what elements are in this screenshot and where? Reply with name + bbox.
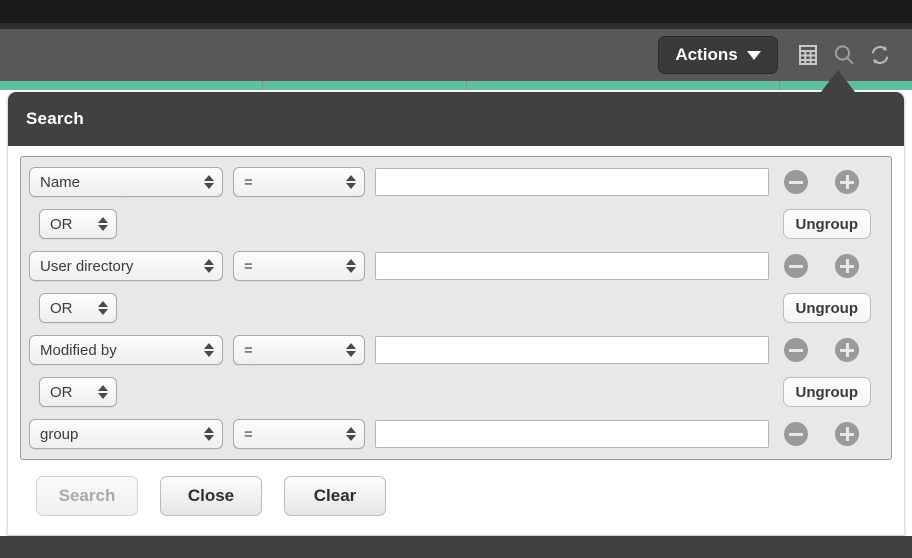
refresh-icon[interactable] xyxy=(862,35,898,75)
field-select-4-value: group xyxy=(40,425,79,443)
ungroup-button-3-label: Ungroup xyxy=(795,383,858,401)
search-icon[interactable] xyxy=(826,35,862,75)
value-input-1[interactable] xyxy=(375,168,769,196)
boolean-row-2: OR Ungroup xyxy=(29,291,883,325)
stepper-icon xyxy=(204,427,214,441)
add-condition-button-4[interactable] xyxy=(835,422,859,446)
add-condition-button-3[interactable] xyxy=(835,338,859,362)
actions-button[interactable]: Actions xyxy=(658,36,778,74)
filter-row: Modified by = xyxy=(29,333,883,367)
operator-select-3[interactable]: = xyxy=(233,335,365,365)
ungroup-button-1-label: Ungroup xyxy=(795,215,858,233)
window-footer xyxy=(0,536,912,558)
app-window: Actions Search Name = OR Ungroup User di… xyxy=(0,0,912,558)
stepper-icon xyxy=(98,217,108,231)
stepper-icon xyxy=(98,301,108,315)
add-condition-button-1[interactable] xyxy=(835,170,859,194)
boolean-row-1: OR Ungroup xyxy=(29,207,883,241)
field-select-3-value: Modified by xyxy=(40,341,117,359)
search-button-label: Search xyxy=(58,486,116,505)
accent-divider xyxy=(0,81,912,90)
stepper-icon xyxy=(346,175,356,189)
chevron-down-icon xyxy=(746,50,761,60)
stepper-icon xyxy=(204,175,214,189)
boolean-row-3: OR Ungroup xyxy=(29,375,883,409)
clear-button-label: Clear xyxy=(313,486,357,505)
field-select-2-value: User directory xyxy=(40,257,134,275)
search-button[interactable]: Search xyxy=(36,476,138,516)
operator-select-2[interactable]: = xyxy=(233,251,365,281)
toolbar-controls: Actions xyxy=(658,29,898,81)
clear-button[interactable]: Clear xyxy=(284,476,386,516)
page-title: Search xyxy=(26,109,84,128)
ungroup-button-2[interactable]: Ungroup xyxy=(782,293,871,323)
main-toolbar: Actions xyxy=(0,29,912,81)
column-divider-mark xyxy=(466,81,467,90)
operator-select-1-value: = xyxy=(244,173,253,191)
ungroup-button-2-label: Ungroup xyxy=(795,299,858,317)
boolean-select-1-value: OR xyxy=(50,215,73,233)
field-select-2[interactable]: User directory xyxy=(29,251,223,281)
field-select-1-value: Name xyxy=(40,173,81,191)
boolean-select-2[interactable]: OR xyxy=(39,293,117,323)
stepper-icon xyxy=(346,427,356,441)
stepper-icon xyxy=(204,343,214,357)
remove-condition-button-3[interactable] xyxy=(784,338,808,362)
search-panel-footer: Search Close Clear xyxy=(20,460,892,530)
operator-select-4[interactable]: = xyxy=(233,419,365,449)
actions-button-label: Actions xyxy=(675,45,738,64)
search-panel: Search Name = OR Ungroup User directory … xyxy=(8,92,904,536)
filter-row: group = xyxy=(29,417,883,451)
close-button-label: Close xyxy=(187,486,235,505)
stepper-icon xyxy=(204,259,214,273)
ungroup-button-1[interactable]: Ungroup xyxy=(782,209,871,239)
add-condition-button-2[interactable] xyxy=(835,254,859,278)
value-input-2[interactable] xyxy=(375,252,769,280)
filter-row: User directory = xyxy=(29,249,883,283)
table-view-icon[interactable] xyxy=(790,35,826,75)
boolean-select-2-value: OR xyxy=(50,299,73,317)
filter-row: Name = xyxy=(29,165,883,199)
ungroup-button-3[interactable]: Ungroup xyxy=(782,377,871,407)
stepper-icon xyxy=(346,343,356,357)
value-input-4[interactable] xyxy=(375,420,769,448)
filter-group: Name = OR Ungroup User directory = OR Un… xyxy=(20,156,892,460)
field-select-1[interactable]: Name xyxy=(29,167,223,197)
search-panel-header: Search xyxy=(8,92,904,146)
operator-select-2-value: = xyxy=(244,257,253,275)
remove-condition-button-2[interactable] xyxy=(784,254,808,278)
remove-condition-button-4[interactable] xyxy=(784,422,808,446)
operator-select-1[interactable]: = xyxy=(233,167,365,197)
value-input-3[interactable] xyxy=(375,336,769,364)
stepper-icon xyxy=(346,259,356,273)
column-divider-mark xyxy=(779,81,780,90)
window-titlebar xyxy=(0,0,912,23)
stepper-icon xyxy=(98,385,108,399)
boolean-select-1[interactable]: OR xyxy=(39,209,117,239)
boolean-select-3[interactable]: OR xyxy=(39,377,117,407)
field-select-4[interactable]: group xyxy=(29,419,223,449)
operator-select-3-value: = xyxy=(244,341,253,359)
search-panel-body: Name = OR Ungroup User directory = OR Un… xyxy=(8,146,904,536)
popup-pointer xyxy=(821,70,855,92)
boolean-select-3-value: OR xyxy=(50,383,73,401)
close-button[interactable]: Close xyxy=(160,476,262,516)
operator-select-4-value: = xyxy=(244,425,253,443)
remove-condition-button-1[interactable] xyxy=(784,170,808,194)
field-select-3[interactable]: Modified by xyxy=(29,335,223,365)
column-divider-mark xyxy=(262,81,263,90)
